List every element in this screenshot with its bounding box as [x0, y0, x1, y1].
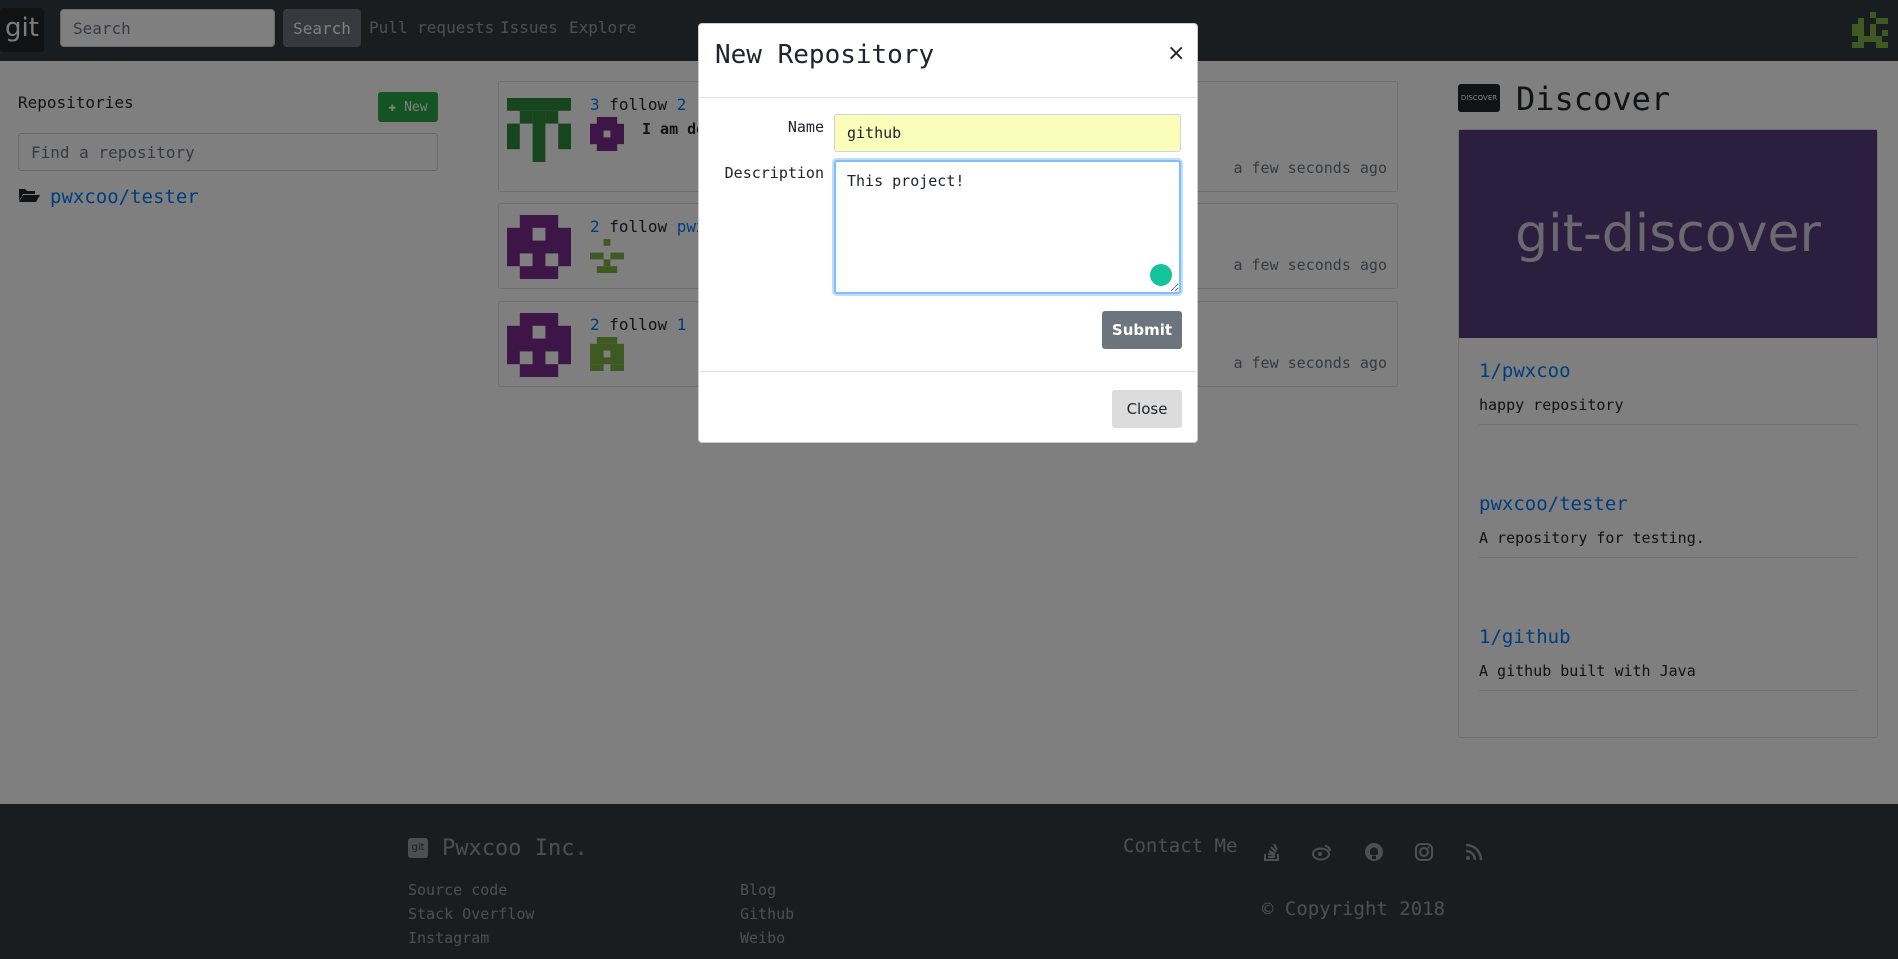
modal-title: New Repository: [715, 40, 935, 70]
repo-name-field[interactable]: [834, 114, 1181, 152]
close-icon[interactable]: ×: [1167, 41, 1185, 66]
repo-description-field[interactable]: This project!: [834, 160, 1181, 294]
new-repository-modal: New Repository × Name Description This p…: [698, 23, 1198, 443]
submit-button[interactable]: Submit: [1102, 311, 1182, 349]
close-button[interactable]: Close: [1112, 390, 1182, 428]
modal-header-divider: [699, 97, 1197, 98]
name-label: Name: [787, 118, 824, 136]
description-label: Description: [724, 164, 824, 182]
modal-footer-divider: [699, 371, 1197, 372]
grammarly-icon[interactable]: [1150, 264, 1172, 286]
